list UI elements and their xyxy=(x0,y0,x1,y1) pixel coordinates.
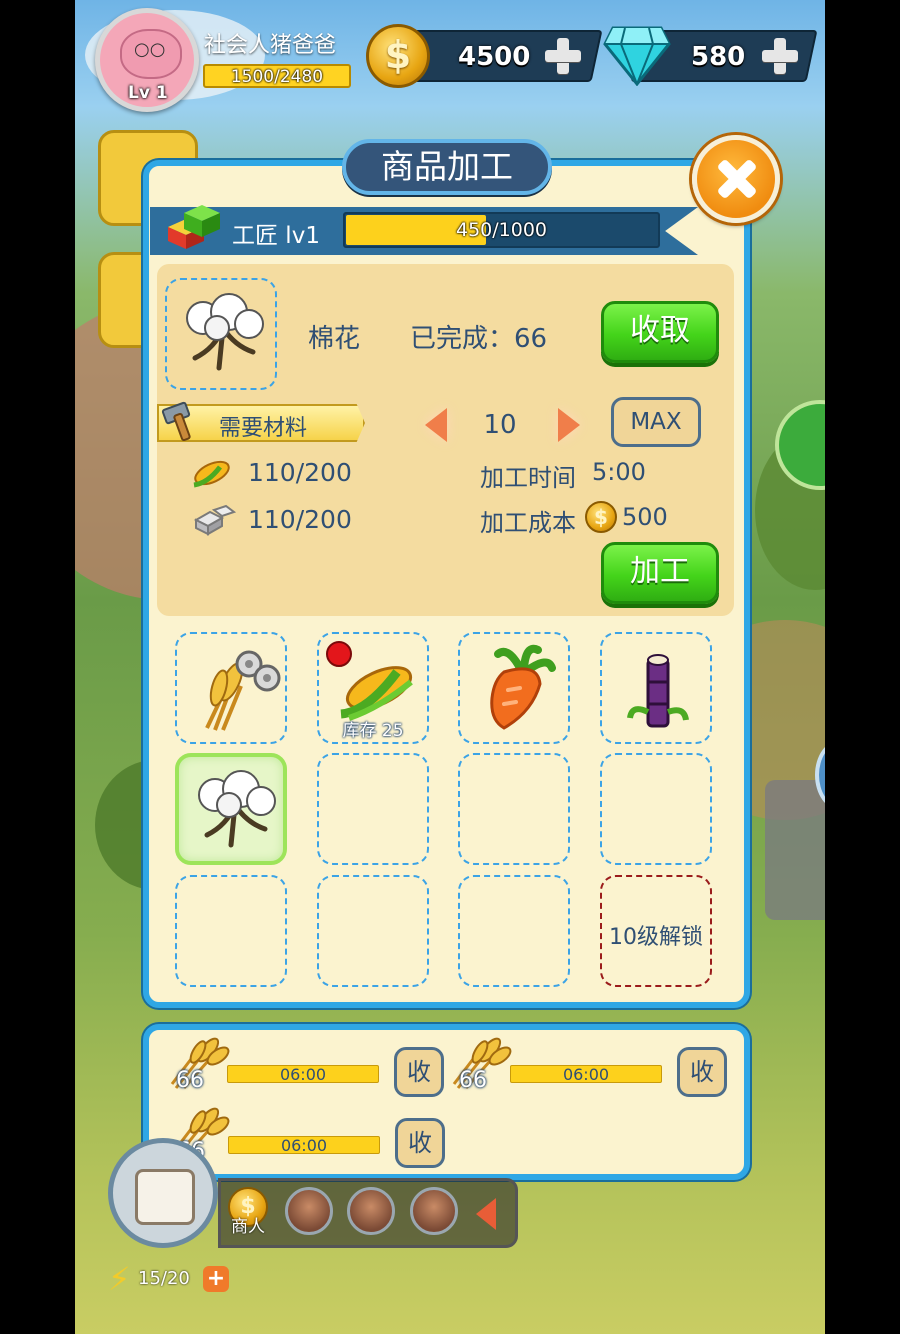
cotton-icon xyxy=(186,293,264,371)
queue-time: 06:00 xyxy=(279,1065,327,1084)
decrease-quantity-button[interactable] xyxy=(425,408,447,442)
queue-count: 66 xyxy=(459,1068,487,1093)
merchant-label: 商人 xyxy=(231,1217,265,1237)
game-screen: ○○ Lv 1 社会人猪爸爸 1500/2480 $ 4500 580 商品加工… xyxy=(0,0,900,1334)
queue-collect-button[interactable]: 收 xyxy=(395,1118,445,1168)
queue-collect-button[interactable]: 收 xyxy=(394,1047,444,1097)
item-slot-wheat-flour[interactable] xyxy=(175,632,287,744)
item-slot-empty[interactable] xyxy=(317,875,429,987)
carrot-icon xyxy=(490,644,556,730)
hero-portrait[interactable] xyxy=(410,1187,458,1235)
corn-icon xyxy=(193,460,230,488)
current-item-slot xyxy=(165,278,277,390)
process-cost-label: 加工成本 xyxy=(480,509,576,537)
hero-portrait[interactable] xyxy=(347,1187,395,1235)
stone-icon xyxy=(193,504,236,536)
gold-coin-icon: $ xyxy=(366,24,430,88)
material-amount: 110/200 xyxy=(248,458,352,487)
stock-count: 库存 25 xyxy=(342,721,404,741)
item-slot-empty[interactable] xyxy=(175,875,287,987)
hero-portrait[interactable] xyxy=(285,1187,333,1235)
player-level: Lv 1 xyxy=(128,83,168,103)
worker-progress-bar: 450/1000 xyxy=(343,212,660,248)
process-time-label: 加工时间 xyxy=(480,464,576,492)
add-energy-button[interactable]: + xyxy=(203,1266,229,1292)
collapse-arrow-button[interactable] xyxy=(476,1198,496,1230)
increase-quantity-button[interactable] xyxy=(558,408,580,442)
add-gold-button[interactable] xyxy=(545,38,581,74)
storage-box-icon xyxy=(135,1169,195,1225)
item-slot-empty[interactable] xyxy=(458,753,570,865)
add-gems-button[interactable] xyxy=(762,38,798,74)
item-slot-locked[interactable]: 10级解锁 xyxy=(600,875,712,987)
max-quantity-button[interactable]: MAX xyxy=(611,397,701,447)
worker-level-label: 工匠 lv1 xyxy=(232,223,320,249)
hammer-icon xyxy=(161,401,191,442)
building-blocks-icon xyxy=(168,205,220,249)
queue-timer-bar: 06:00 xyxy=(510,1065,662,1084)
close-button[interactable] xyxy=(692,135,780,223)
queue-timer-bar: 06:00 xyxy=(227,1065,379,1084)
diamond-icon xyxy=(603,26,671,86)
current-item-name: 棉花 xyxy=(308,324,361,354)
production-queue-panel xyxy=(143,1024,750,1180)
gold-amount: 4500 xyxy=(458,42,531,72)
queue-time: 06:00 xyxy=(562,1065,610,1084)
queue-time: 06:00 xyxy=(280,1136,328,1155)
item-slot-empty[interactable] xyxy=(600,753,712,865)
dialog-title: 商品加工 xyxy=(342,139,552,195)
current-item-completed: 已完成：66 xyxy=(410,324,548,354)
energy-bolt-icon: ⚡ xyxy=(108,1260,131,1298)
player-avatar[interactable]: ○○ Lv 1 xyxy=(95,8,199,112)
item-slot-sugarcane[interactable] xyxy=(600,632,712,744)
item-slot-empty[interactable] xyxy=(317,753,429,865)
queue-count: 66 xyxy=(176,1068,204,1093)
xp-bar: 1500/2480 xyxy=(203,64,351,88)
item-slot-cotton[interactable] xyxy=(175,753,287,865)
worker-progress-text: 450/1000 xyxy=(455,219,548,241)
xp-text: 1500/2480 xyxy=(230,67,324,87)
wheat-gear-icon xyxy=(205,650,281,731)
materials-label: 需要材料 xyxy=(219,416,308,441)
castle-building xyxy=(765,780,825,920)
queue-collect-button[interactable]: 收 xyxy=(677,1047,727,1097)
material-amount: 110/200 xyxy=(248,505,352,534)
glasses-icon: ○○ xyxy=(134,39,166,60)
sugarcane-icon xyxy=(627,654,689,728)
process-button[interactable]: 加工 xyxy=(601,542,719,604)
collect-button[interactable]: 收取 xyxy=(601,301,719,363)
queue-timer-bar: 06:00 xyxy=(228,1136,380,1155)
gem-amount: 580 xyxy=(691,42,746,72)
process-cost-value: 500 xyxy=(622,503,668,531)
item-slot-empty[interactable] xyxy=(458,875,570,987)
cotton-icon xyxy=(198,770,276,848)
energy-text: 15/20 xyxy=(138,1268,190,1289)
player-name: 社会人猪爸爸 xyxy=(204,33,337,58)
alert-dot xyxy=(326,641,352,667)
unlock-requirement: 10级解锁 xyxy=(609,925,703,950)
gold-coin-icon: $ xyxy=(585,501,617,533)
process-time-value: 5:00 xyxy=(592,458,646,486)
storage-button[interactable] xyxy=(108,1138,218,1248)
item-slot-carrot[interactable] xyxy=(458,632,570,744)
quantity-value: 10 xyxy=(483,410,517,440)
